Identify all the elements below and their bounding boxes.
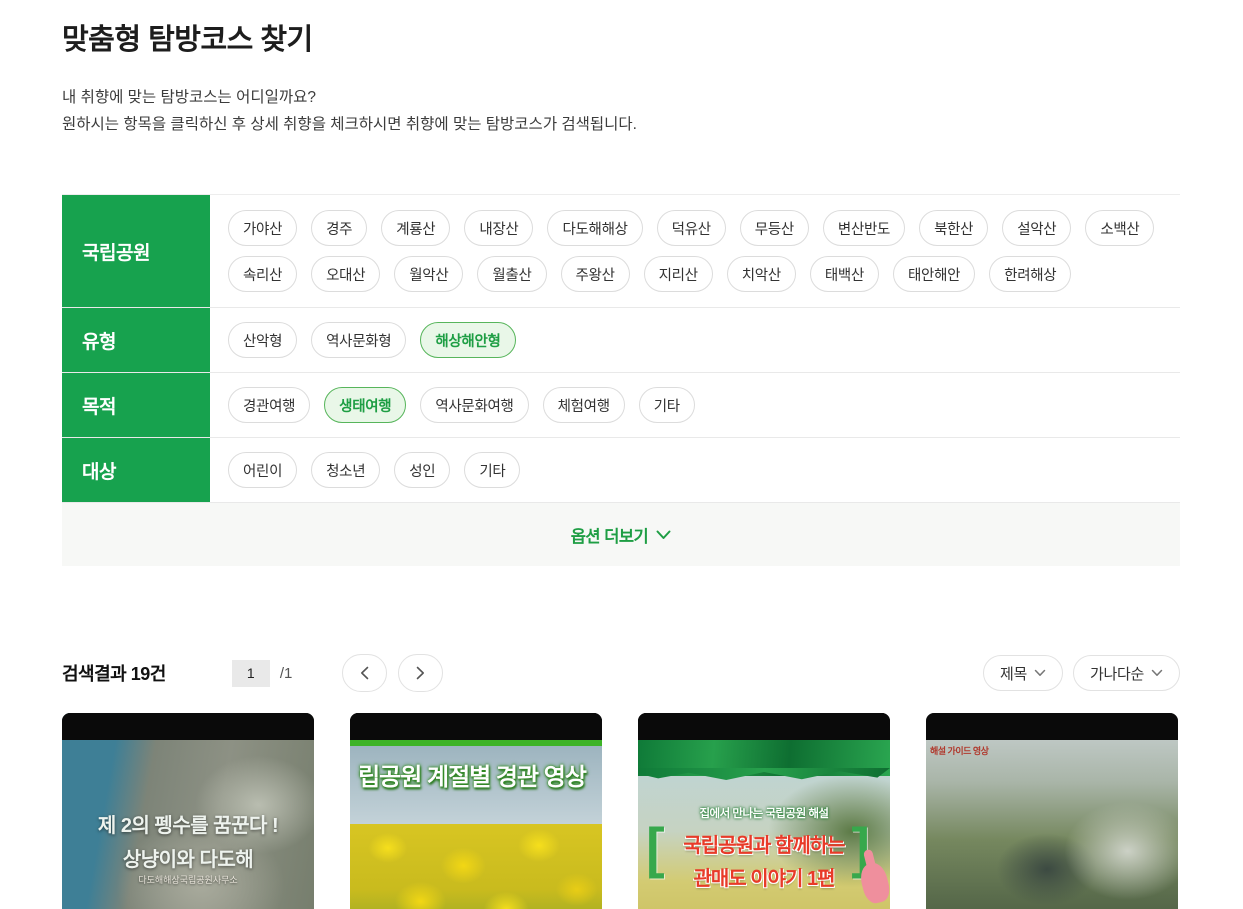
filter-chip-group: 가야산 경주 계룡산 내장산 다도해해상 덕유산 무등산 변산반도 북한산 설악산 소백산속리산 오대… xyxy=(210,195,1180,307)
thumbnail-title-line: 관매도 이야기 1편 xyxy=(693,868,835,890)
thumbnail-caption: 다도해해상국립공원사무소 xyxy=(138,875,238,885)
filter-chip[interactable]: 계룡산 xyxy=(381,210,451,246)
chevron-down-icon xyxy=(1034,669,1046,676)
chevron-down-icon xyxy=(656,530,671,539)
thumbnail-caption: 해설 가이드 영상 xyxy=(930,746,989,756)
filter-chip[interactable]: 월출산 xyxy=(477,256,547,292)
filter-chip[interactable]: 역사문화형 xyxy=(311,322,407,358)
filter-chip[interactable]: 생태여행 xyxy=(324,387,407,423)
filter-chip[interactable]: 지리산 xyxy=(643,256,713,292)
filter-chip[interactable]: 소백산 xyxy=(1085,210,1155,246)
filter-chip[interactable]: 태백산 xyxy=(809,256,879,292)
thumbnail-title-line: 립공원 계절별 경관 영상 xyxy=(358,764,587,791)
result-card-video-dadohae[interactable]: 제 2의 펭수를 꿈꾼다 ! 상냥이와 다도해 다도해해상국립공원사무소 xyxy=(62,713,314,909)
result-card-video-seasonal[interactable]: 립공원 계절별 경관 영상 xyxy=(350,713,602,909)
next-page-button[interactable] xyxy=(398,654,444,692)
thumbnail-title-line: 국립공원과 함께하는 xyxy=(683,835,845,857)
thumbnail-title-line: 제 2의 펭수를 꿈꾼다 ! xyxy=(97,815,279,837)
filter-row-label: 국립공원 xyxy=(62,195,210,307)
filter-chip[interactable]: 산악형 xyxy=(228,322,298,358)
letterbox-bar xyxy=(350,713,602,740)
filter-chip-group: 경관여행 생태여행 역사문화여행 체험여행 기타 xyxy=(210,373,1180,437)
page-container: 맞춤형 탐방코스 찾기 내 취향에 맞는 탐방코스는 어디일까요? 원하시는 항… xyxy=(62,0,1180,909)
sort-order-label: 가나다순 xyxy=(1089,665,1144,683)
sort-field-dropdown[interactable]: 제목 xyxy=(982,655,1063,691)
sort-field-label: 제목 xyxy=(999,665,1027,683)
filter-chip[interactable]: 경주 xyxy=(311,210,368,246)
filter-chip[interactable]: 무등산 xyxy=(739,210,809,246)
filter-chip[interactable]: 태안해안 xyxy=(893,256,976,292)
filter-chip[interactable]: 치악산 xyxy=(726,256,796,292)
page-subtitle: 내 취향에 맞는 탐방코스는 어디일까요? 원하시는 항목을 클릭하신 후 상세… xyxy=(62,84,1180,138)
filter-chip-group: 산악형 역사문화형 해상해안형 xyxy=(210,308,1180,372)
results-header: 검색결과 19건 /1 제목 가나다순 xyxy=(62,654,1180,692)
chevron-right-icon xyxy=(417,666,425,680)
filter-row-label: 목적 xyxy=(62,373,210,437)
thumbnail-title-line: 상냥이와 다도해 xyxy=(122,849,254,871)
more-options-button[interactable]: 옵션 더보기 xyxy=(62,503,1180,566)
rapeseed-flowers-image xyxy=(350,824,602,909)
filter-chip[interactable]: 다도해해상 xyxy=(547,210,643,246)
filter-row-0: 국립공원 가야산 경주 계룡산 내장산 다도해해상 덕유산 무등산 변산반도 북한산 설악산 소백산속… xyxy=(62,195,1180,308)
filter-chip-group: 어린이 청소년 성인 기타 xyxy=(210,438,1180,502)
filter-row-3: 대상 어린이 청소년 성인 기타 xyxy=(62,438,1180,503)
filter-row-label: 대상 xyxy=(62,438,210,502)
filter-chip[interactable]: 체험여행 xyxy=(542,387,625,423)
filter-chip[interactable]: 기타 xyxy=(464,452,521,488)
prev-page-button[interactable] xyxy=(342,654,388,692)
filter-chip[interactable]: 해상해안형 xyxy=(420,322,516,358)
filter-chip[interactable]: 주왕산 xyxy=(560,256,630,292)
filter-chip[interactable]: 설악산 xyxy=(1002,210,1072,246)
filter-row-2: 목적 경관여행 생태여행 역사문화여행 체험여행 기타 xyxy=(62,373,1180,438)
filter-table: 국립공원 가야산 경주 계룡산 내장산 다도해해상 덕유산 무등산 변산반도 북한산 설악산 소백산속… xyxy=(62,194,1180,503)
chevron-down-icon xyxy=(1151,669,1163,676)
filter-chip[interactable]: 북한산 xyxy=(919,210,989,246)
filter-chip[interactable]: 속리산 xyxy=(228,256,298,292)
filter-row-1: 유형 산악형 역사문화형 해상해안형 xyxy=(62,308,1180,373)
sort-order-dropdown[interactable]: 가나다순 xyxy=(1072,655,1180,691)
green-stripe xyxy=(350,740,602,746)
result-card-video-gwanmaedo[interactable]: 집에서 만나는 국립공원 해설 [ ] 국립공원과 함께하는 관매도 이야기 1… xyxy=(638,713,890,909)
subtitle-line-2: 원하시는 항목을 클릭하신 후 상세 취향을 체크하시면 취향에 맞는 탐방코스… xyxy=(62,116,637,133)
filter-row-label: 유형 xyxy=(62,308,210,372)
filter-chip[interactable]: 덕유산 xyxy=(656,210,726,246)
filter-chip[interactable]: 청소년 xyxy=(311,452,381,488)
letterbox-bar xyxy=(926,713,1178,740)
filter-chip[interactable]: 역사문화여행 xyxy=(420,387,529,423)
page-title: 맞춤형 탐방코스 찾기 xyxy=(62,24,313,56)
results-count: 검색결과 19건 xyxy=(62,664,166,684)
more-options-label: 옵션 더보기 xyxy=(570,527,649,546)
filter-chip[interactable]: 경관여행 xyxy=(228,387,311,423)
chevron-left-icon xyxy=(361,666,369,680)
letterbox-bar xyxy=(62,713,314,740)
filter-chip[interactable]: 오대산 xyxy=(311,256,381,292)
filter-chip[interactable]: 한려해상 xyxy=(989,256,1072,292)
filter-chip[interactable]: 변산반도 xyxy=(822,210,906,246)
filter-chip[interactable]: 내장산 xyxy=(464,210,534,246)
tropical-leaves-border xyxy=(638,740,890,776)
page-number-input[interactable] xyxy=(231,659,270,687)
filter-chip[interactable]: 월악산 xyxy=(394,256,464,292)
filter-chip[interactable]: 성인 xyxy=(394,452,451,488)
filter-chip[interactable]: 기타 xyxy=(638,387,695,423)
filter-chip[interactable]: 어린이 xyxy=(228,452,298,488)
filter-chip[interactable]: 가야산 xyxy=(228,210,298,246)
result-card-video-mountain[interactable]: 해설 가이드 영상 xyxy=(926,713,1178,909)
page-total: /1 xyxy=(279,664,293,682)
result-card-list: 제 2의 펭수를 꿈꾼다 ! 상냥이와 다도해 다도해해상국립공원사무소 립공원… xyxy=(62,713,1180,909)
mountain-temple-thumbnail-image xyxy=(926,713,1178,909)
subtitle-line-1: 내 취향에 맞는 탐방코스는 어디일까요? xyxy=(62,89,317,106)
letterbox-bar xyxy=(638,713,890,740)
